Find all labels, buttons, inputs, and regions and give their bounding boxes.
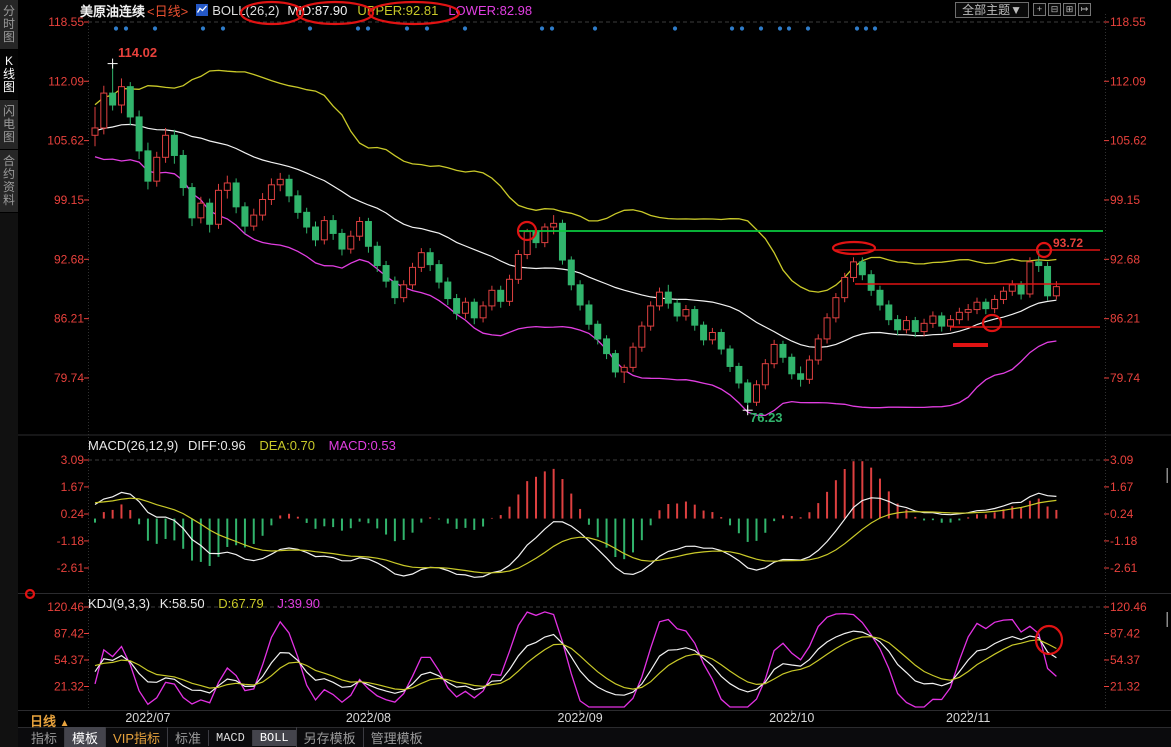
svg-text:112.09: 112.09 (1110, 74, 1146, 88)
tab-macd[interactable]: MACD (208, 730, 252, 746)
svg-text:-1.18: -1.18 (1110, 534, 1138, 548)
macd-value: MACD:0.53 (329, 438, 396, 453)
period-tag: <日线> (147, 1, 188, 20)
svg-text:92.68: 92.68 (54, 252, 84, 266)
macd-dea-value: DEA:0.70 (259, 438, 315, 453)
boll-mid-value: MID:87.90 (287, 3, 347, 18)
svg-text:112.09: 112.09 (48, 74, 84, 88)
symbol-name: 美原油连续 (80, 1, 145, 20)
tab-save-template[interactable]: 另存模板 (296, 727, 363, 747)
sidebar-item-timeshare[interactable]: 分时图 (0, 0, 18, 50)
svg-text:86.21: 86.21 (54, 312, 84, 326)
boll-upper-value: UPPER:92.81 (357, 3, 438, 18)
date-label: 2022/09 (558, 711, 603, 725)
svg-text:105.62: 105.62 (47, 134, 84, 148)
tab-templates[interactable]: 模板 (64, 727, 105, 747)
shrink-chart-icon[interactable]: ⊟ (1048, 3, 1061, 16)
svg-text:54.37: 54.37 (1110, 653, 1140, 667)
svg-text:54.37: 54.37 (54, 653, 84, 667)
svg-text:120.46: 120.46 (47, 600, 84, 614)
theme-select-button[interactable]: 全部主题▼ (955, 2, 1029, 18)
svg-text:-1.18: -1.18 (57, 534, 85, 548)
crosshair-icon[interactable]: + (1033, 3, 1046, 16)
svg-text:-2.61: -2.61 (1110, 561, 1138, 575)
expand-chart-icon[interactable]: ⊞ (1063, 3, 1076, 16)
chart-header: 美原油连续 <日线> BOLL(26,2) MID:87.90 UPPER:92… (18, 0, 1171, 20)
sidebar-item-kline[interactable]: K线图 (0, 50, 18, 100)
page-right-icon[interactable]: ↦ (1078, 3, 1091, 16)
tab-indicators[interactable]: 指标 (24, 727, 64, 747)
svg-text:86.21: 86.21 (1110, 312, 1140, 326)
kdj-pane-header: KDJ(9,3,3) K:58.50 D:67.79 J:39.90 (88, 596, 320, 611)
left-sidebar: 分时图 K线图 闪电图 合约资料 (0, 0, 18, 747)
svg-text:21.32: 21.32 (54, 680, 84, 694)
svg-text:120.46: 120.46 (1110, 600, 1147, 614)
trading-terminal: 118.55118.55112.09112.09105.62105.6299.1… (0, 0, 1171, 747)
chart-toolbar: + ⊟ ⊞ ↦ (1033, 3, 1091, 16)
tab-boll[interactable]: BOLL (252, 730, 296, 746)
tab-standard[interactable]: 标准 (167, 727, 208, 747)
svg-text:79.74: 79.74 (1110, 371, 1140, 385)
macd-diff-value: DIFF:0.96 (188, 438, 246, 453)
svg-text:1.67: 1.67 (1110, 480, 1134, 494)
svg-text:105.62: 105.62 (1110, 134, 1147, 148)
svg-text:79.74: 79.74 (54, 371, 84, 385)
sidebar-item-contract-info[interactable]: 合约资料 (0, 150, 18, 213)
kdj-j-value: J:39.90 (277, 596, 320, 611)
macd-pane-header: MACD(26,12,9) DIFF:0.96 DEA:0.70 MACD:0.… (88, 438, 396, 453)
date-label: 2022/11 (946, 711, 990, 725)
date-label: 2022/07 (125, 711, 170, 725)
svg-text:1.67: 1.67 (61, 480, 85, 494)
svg-text:3.09: 3.09 (1110, 453, 1134, 467)
sidebar-item-flash[interactable]: 闪电图 (0, 100, 18, 150)
tab-manage-template[interactable]: 管理模板 (363, 727, 430, 747)
boll-lower-value: LOWER:82.98 (448, 3, 532, 18)
date-label: 2022/08 (346, 711, 391, 725)
svg-text:99.15: 99.15 (1110, 193, 1140, 207)
indicator-icon (196, 4, 208, 16)
svg-text:99.15: 99.15 (54, 193, 84, 207)
kdj-title: KDJ(9,3,3) (88, 596, 150, 611)
svg-text:21.32: 21.32 (1110, 680, 1140, 694)
svg-text:92.68: 92.68 (1110, 252, 1140, 266)
indicator-name: BOLL(26,2) (212, 3, 279, 18)
svg-text:87.42: 87.42 (1110, 626, 1140, 640)
svg-text:3.09: 3.09 (61, 453, 85, 467)
kdj-d-value: D:67.79 (218, 596, 264, 611)
kdj-k-value: K:58.50 (160, 596, 205, 611)
svg-text:0.24: 0.24 (1110, 507, 1134, 521)
svg-text:87.42: 87.42 (54, 626, 84, 640)
date-label: 2022/10 (769, 711, 814, 725)
macd-title: MACD(26,12,9) (88, 438, 178, 453)
chart-canvas[interactable]: 118.55118.55112.09112.09105.62105.6299.1… (0, 0, 1171, 747)
svg-text:-2.61: -2.61 (57, 561, 85, 575)
tab-vip-indicators[interactable]: VIP指标 (105, 727, 167, 747)
bottom-tabbar: 指标 模板 VIP指标 标准 MACD BOLL 另存模板 管理模板 (18, 728, 1171, 747)
svg-text:0.24: 0.24 (61, 507, 85, 521)
